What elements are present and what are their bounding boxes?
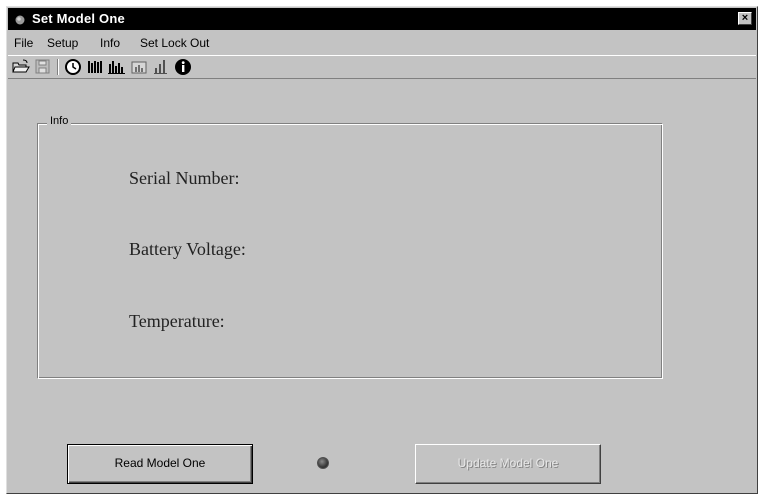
menu-setup[interactable]: Setup — [47, 36, 78, 50]
clock-icon[interactable] — [63, 58, 83, 76]
menu-bar: File Setup Info Set Lock Out — [8, 33, 756, 53]
toolbar-separator — [57, 59, 59, 75]
temperature-label: Temperature: — [129, 311, 225, 331]
info-icon[interactable] — [173, 58, 193, 76]
level-bars-icon[interactable] — [151, 58, 171, 76]
app-icon — [15, 15, 25, 25]
save-icon[interactable] — [33, 58, 53, 76]
window-title: Set Model One — [32, 11, 125, 26]
title-bar[interactable]: Set Model One × — [8, 8, 756, 30]
toolbar — [8, 55, 756, 79]
open-folder-icon[interactable] — [11, 58, 31, 76]
close-button[interactable]: × — [738, 12, 752, 25]
grouped-bar-chart-icon[interactable] — [107, 58, 127, 76]
status-led-indicator — [317, 457, 329, 469]
menu-file[interactable]: File — [14, 36, 33, 50]
menu-info[interactable]: Info — [100, 36, 120, 50]
serial-number-label: Serial Number: — [129, 168, 240, 188]
menu-set-lock-out[interactable]: Set Lock Out — [140, 36, 209, 50]
main-window: Set Model One × File Setup Info Set Lock… — [6, 6, 758, 494]
chart-window-icon[interactable] — [129, 58, 149, 76]
read-model-one-button[interactable]: Read Model One — [67, 444, 253, 484]
battery-voltage-label: Battery Voltage: — [129, 239, 246, 259]
bar-chart-icon[interactable] — [85, 58, 105, 76]
update-model-one-button: Update Model One — [415, 444, 601, 484]
info-group-legend: Info — [47, 115, 72, 127]
close-icon: × — [741, 12, 749, 24]
